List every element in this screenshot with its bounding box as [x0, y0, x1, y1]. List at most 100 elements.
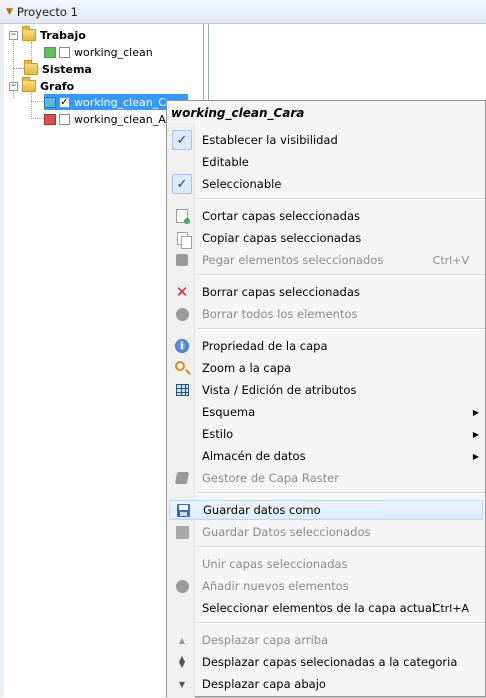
submenu-arrow-icon: ▶ — [472, 451, 479, 461]
menu-item-label: Propriedad de la capa — [202, 339, 328, 353]
menu-item-save-data-as[interactable]: Guardar datos como — [169, 500, 483, 520]
layer-visibility-checkbox[interactable] — [59, 113, 70, 125]
folder-icon — [22, 26, 36, 41]
folder-icon — [24, 60, 38, 75]
tree-group-trabajo[interactable]: − Trabajo — [9, 26, 86, 43]
menu-separator — [197, 328, 485, 330]
menu-item-label: Editable — [202, 155, 249, 169]
layer-visibility-checkbox[interactable]: ✓ — [59, 96, 70, 108]
menu-item-label: Borrar capas seleccionadas — [202, 285, 360, 299]
menu-item-label: Zoom a la capa — [202, 361, 292, 375]
menu-item-delete-layers[interactable]: ✕ Borrar capas seleccionadas — [169, 282, 483, 302]
layer-visibility-checkbox[interactable] — [59, 46, 70, 58]
menu-item-label: Establecer la visibilidad — [202, 133, 338, 147]
menu-item-label: Guardar datos como — [203, 503, 321, 517]
menu-item-shortcut: Ctrl+A — [432, 601, 469, 615]
menu-item-style[interactable]: Estilo ▶ — [169, 424, 483, 444]
menu-item-label: Añadir nuevos elementos — [202, 579, 349, 593]
menu-item-copy-layers[interactable]: Copiar capas seleccionadas — [169, 228, 483, 249]
menu-item-move-layer-down[interactable]: ▼ Desplazar capa abajo — [169, 674, 483, 694]
layer-color-swatch — [44, 96, 56, 108]
tree-layer-working-clean-aris[interactable]: working_clean_Aris — [44, 111, 179, 127]
menu-item-label: Esquema — [202, 405, 256, 419]
menu-item-label: Seleccionar elementos de la capa actual — [202, 601, 436, 615]
table-icon — [175, 384, 189, 396]
menu-item-raster-manager[interactable]: Gestore de Capa Raster — [169, 468, 483, 488]
menu-item-label: Pegar elementos seleccionados — [202, 253, 384, 267]
menu-separator — [197, 622, 485, 624]
menu-item-add-elements[interactable]: Añadir nuevos elementos — [169, 576, 483, 596]
menu-item-label: Desplazar capas selecionadas a la catego… — [202, 655, 458, 669]
menu-item-save-selected-data[interactable]: Guardar Datos seleccionados — [169, 522, 483, 542]
menu-item-cut-layers[interactable]: Cortar capas seleccionadas — [169, 206, 483, 226]
layer-color-swatch — [44, 46, 56, 58]
menu-item-label: Vista / Edición de atributos — [202, 383, 357, 397]
tree-connector — [31, 118, 44, 119]
menu-item-schema[interactable]: Esquema ▶ — [169, 402, 483, 422]
project-title: Proyecto 1 — [16, 4, 78, 19]
menu-separator — [197, 198, 485, 200]
move-up-icon: ▲ — [178, 635, 186, 645]
layer-color-swatch — [44, 113, 56, 125]
menu-item-select-all-elements[interactable]: Seleccionar elementos de la capa actual … — [169, 598, 483, 618]
info-icon: i — [175, 339, 189, 353]
tree-connector — [31, 93, 32, 119]
tree-group-label: Trabajo — [40, 28, 86, 42]
collapse-arrow-icon[interactable]: ▼ — [6, 7, 13, 17]
menu-item-label: Cortar capas seleccionadas — [202, 209, 360, 223]
menu-item-paste-elements[interactable]: Pegar elementos seleccionados Ctrl+V — [169, 250, 483, 270]
menu-item-layer-properties[interactable]: i Propriedad de la capa — [169, 336, 483, 356]
menu-item-move-to-category[interactable]: ▲ ▼ Desplazar capas selecionadas a la cat… — [169, 652, 483, 672]
menu-separator — [197, 492, 485, 494]
menu-separator — [197, 274, 485, 276]
menu-item-label: Almacén de datos — [202, 449, 306, 463]
menu-separator — [197, 546, 485, 548]
menu-item-merge-layers[interactable]: Unir capas seleccionadas — [169, 554, 483, 574]
menu-item-label: Guardar Datos seleccionados — [202, 525, 371, 539]
cut-page-icon — [176, 209, 190, 224]
zoom-icon — [175, 361, 185, 371]
raster-icon — [174, 472, 190, 484]
tree-group-sistema[interactable]: Sistema — [9, 60, 92, 77]
layer-label: working_clean — [74, 45, 153, 59]
folder-icon — [22, 77, 36, 92]
menu-item-move-layer-up[interactable]: ▲ Desplazar capa arriba — [169, 630, 483, 650]
layer-context-menu: working_clean_Cara ✓ Establecer la visib… — [166, 100, 486, 698]
menu-item-label: Gestore de Capa Raster — [202, 471, 339, 485]
menu-item-attribute-table[interactable]: Vista / Edición de atributos — [169, 380, 483, 400]
menu-item-label: Borrar todos los elementos — [202, 307, 358, 321]
menu-header-layer-name: working_clean_Cara — [171, 106, 305, 120]
clear-circle-icon — [175, 307, 189, 321]
menu-item-selectable[interactable]: ✓ Seleccionable — [169, 174, 483, 194]
menu-item-label: Desplazar capa abajo — [202, 677, 326, 691]
check-icon: ✓ — [172, 130, 192, 150]
menu-item-label: Unir capas seleccionadas — [202, 557, 348, 571]
check-icon: ✓ — [172, 174, 192, 194]
layer-label: working_clean_Aris — [74, 112, 180, 126]
submenu-arrow-icon: ▶ — [472, 407, 479, 417]
menu-item-label: Copiar capas seleccionadas — [202, 231, 362, 245]
copy-icon — [176, 231, 192, 249]
save-icon — [176, 503, 190, 517]
tree-group-label: Grafo — [40, 79, 75, 93]
collapse-toggle-icon[interactable]: − — [9, 81, 18, 91]
menu-item-editable[interactable]: Editable — [169, 152, 483, 172]
menu-item-delete-all-elements[interactable]: Borrar todos los elementos — [169, 304, 483, 324]
submenu-arrow-icon: ▶ — [472, 429, 479, 439]
menu-item-label: Seleccionable — [202, 177, 282, 191]
move-down-icon: ▼ — [178, 679, 186, 689]
menu-item-label: Desplazar capa arriba — [202, 633, 329, 647]
save-selected-icon — [175, 525, 189, 539]
add-circle-icon — [175, 579, 189, 593]
tree-connector — [31, 101, 44, 102]
tree-group-grafo[interactable]: − Grafo — [9, 77, 75, 94]
delete-x-icon: ✕ — [175, 283, 189, 301]
tree-group-label: Sistema — [42, 62, 92, 76]
panel-title-bar: ▼ Proyecto 1 — [0, 0, 486, 24]
menu-item-data-store[interactable]: Almacén de datos ▶ — [169, 446, 483, 466]
collapse-toggle-icon[interactable]: − — [9, 30, 18, 40]
menu-item-set-visibility[interactable]: ✓ Establecer la visibilidad — [169, 130, 483, 150]
tree-layer-working-clean[interactable]: working_clean — [44, 44, 153, 60]
move-to-category-icon: ▲ ▼ — [178, 654, 186, 669]
menu-item-zoom-to-layer[interactable]: Zoom a la capa — [169, 358, 483, 378]
